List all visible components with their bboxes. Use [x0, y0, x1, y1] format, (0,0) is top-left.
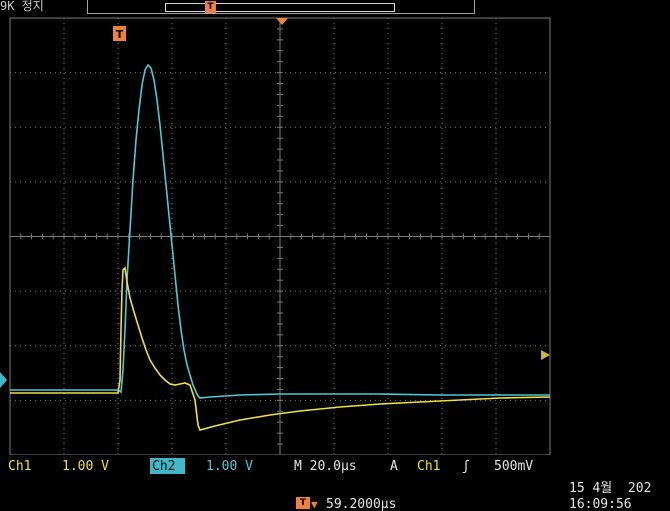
waveform-display: T	[0, 17, 551, 456]
svg-text:T: T	[116, 28, 124, 41]
ch1-ground-marker	[0, 372, 7, 388]
delay-arrow-icon: ▼	[311, 498, 318, 511]
trigger-time-marker: T	[113, 26, 126, 41]
delay-marker-icon: T	[296, 497, 310, 509]
oscilloscope-screen: 9K 정지 T T Ch1 1.00 V Ch2 1.00 V M 20.0µs…	[0, 0, 670, 511]
ch2-label[interactable]: Ch2	[152, 458, 175, 475]
rising-edge-icon: ʃ	[462, 459, 470, 474]
date-readout: 15 4월 202	[569, 481, 652, 496]
time-readout: 16:09:56	[569, 497, 632, 511]
ch1-scale: 1.00 V	[62, 459, 109, 474]
trigger-point-marker	[276, 18, 288, 25]
trigger-level: 500mV	[494, 459, 534, 474]
timebase-readout: M 20.0µs	[294, 459, 357, 474]
delay-readout: 59.2000µs	[326, 497, 397, 511]
trigger-level-arrow	[541, 350, 550, 360]
ch2-scale: 1.00 V	[206, 459, 253, 474]
ch1-label[interactable]: Ch1	[8, 458, 31, 475]
trigger-mode: A	[390, 459, 398, 474]
trigger-source: Ch1	[417, 459, 441, 474]
